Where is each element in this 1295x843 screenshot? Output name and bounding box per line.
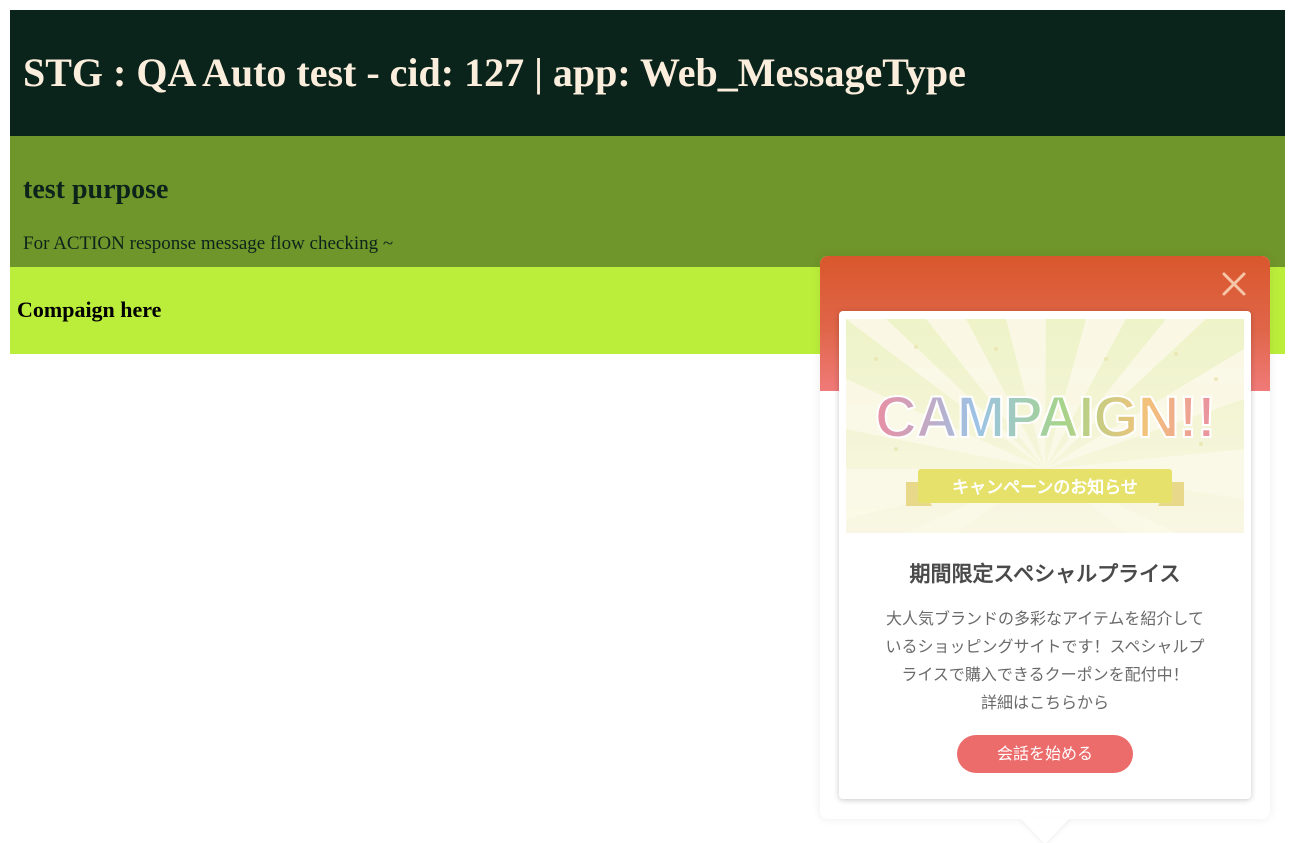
banner-campaign-text: CAMPAIGN!!: [875, 385, 1215, 450]
start-conversation-button[interactable]: 会話を始める: [957, 735, 1133, 773]
popup-tail: [1020, 818, 1070, 843]
popup-title: 期間限定スペシャルプライス: [909, 562, 1181, 586]
close-icon: [1222, 272, 1246, 296]
popup-body: 大人気ブランドの多彩なアイテムを紹介して いるショッピングサイトです！スペシャル…: [869, 605, 1221, 717]
popup-card: CAMPAIGN!! キャンペーンのお知らせ 期間限定スペシャルプライス 大人気…: [839, 311, 1251, 799]
purpose-heading: test purpose: [23, 174, 169, 205]
popup-body-line: 詳細はこちらから: [980, 693, 1109, 712]
popup-body-line: いるショッピングサイトです！スペシャルプ: [885, 637, 1205, 656]
purpose-description: For ACTION response message flow checkin…: [23, 233, 394, 254]
banner-ribbon-text: キャンペーンのお知らせ: [952, 477, 1138, 498]
page-header: STG : QA Auto test - cid: 127 | app: Web…: [10, 10, 1285, 136]
campaign-label: Compaign here: [17, 297, 162, 322]
popup-body-line: 大人気ブランドの多彩なアイテムを紹介して: [886, 609, 1204, 628]
page: STG : QA Auto test - cid: 127 | app: Web…: [0, 0, 1295, 843]
popup-body-line: ライスで購入できるクーポンを配付中！: [901, 665, 1189, 684]
campaign-popup: CAMPAIGN!! キャンペーンのお知らせ 期間限定スペシャルプライス 大人気…: [820, 256, 1270, 843]
close-button[interactable]: [1218, 268, 1250, 300]
purpose-section: test purpose For ACTION response message…: [10, 136, 1285, 267]
page-title: STG : QA Auto test - cid: 127 | app: Web…: [23, 50, 966, 95]
campaign-banner-image: CAMPAIGN!! キャンペーンのお知らせ: [846, 319, 1244, 533]
